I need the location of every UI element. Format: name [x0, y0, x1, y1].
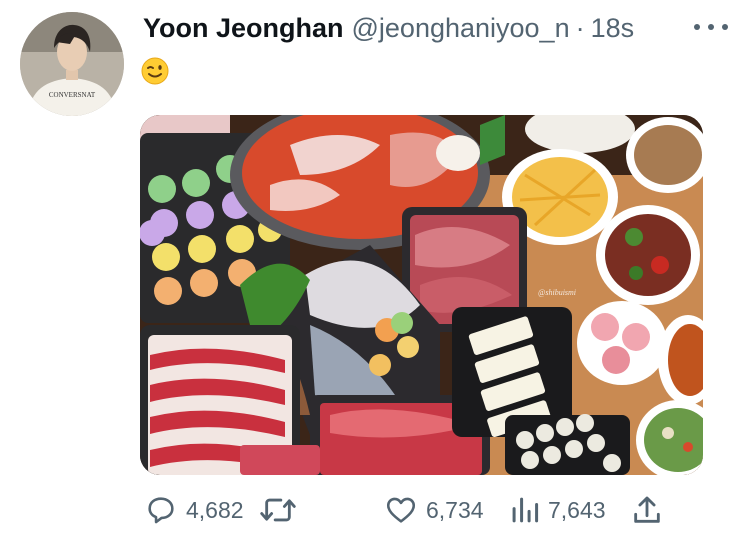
avatar-shirt-text: CONVERSNAT	[49, 91, 96, 99]
like-count: 6,734	[426, 496, 484, 523]
avatar-photo: CONVERSNAT	[20, 12, 124, 116]
food-photo: @shibuismi	[140, 115, 703, 475]
tweet[interactable]: CONVERSNAT Yoon Jeonghan @jeonghaniyoo_n…	[0, 0, 750, 541]
retweet-button[interactable]	[258, 490, 306, 530]
views-button[interactable]: 7,643	[510, 490, 606, 530]
retweet-icon	[260, 498, 296, 522]
more-dot	[694, 24, 700, 30]
heart-icon	[386, 497, 416, 523]
reply-icon	[148, 497, 174, 524]
reply-button[interactable]: 4,682	[144, 490, 244, 530]
views-icon	[512, 497, 539, 523]
avatar[interactable]: CONVERSNAT	[20, 12, 124, 116]
share-icon	[634, 496, 660, 523]
winking-face-emoji	[141, 57, 169, 85]
more-dot	[708, 24, 714, 30]
more-options-icon[interactable]	[694, 12, 728, 42]
timestamp[interactable]: 18s	[591, 13, 635, 44]
display-name[interactable]: Yoon Jeonghan	[143, 13, 344, 44]
user-handle[interactable]: @jeonghaniyoo_n	[352, 13, 570, 44]
tweet-media-image[interactable]: @shibuismi	[140, 115, 703, 475]
more-dot	[722, 24, 728, 30]
tweet-header: Yoon Jeonghan @jeonghaniyoo_n · 18s	[143, 8, 634, 48]
separator-dot: ·	[575, 12, 585, 43]
like-button[interactable]: 6,734	[384, 490, 484, 530]
action-bar: 4,682 6,734 7,643	[140, 490, 740, 530]
share-button[interactable]	[630, 490, 664, 530]
reply-count: 4,682	[186, 496, 244, 523]
media-watermark: @shibuismi	[538, 288, 576, 297]
views-count: 7,643	[548, 496, 606, 523]
